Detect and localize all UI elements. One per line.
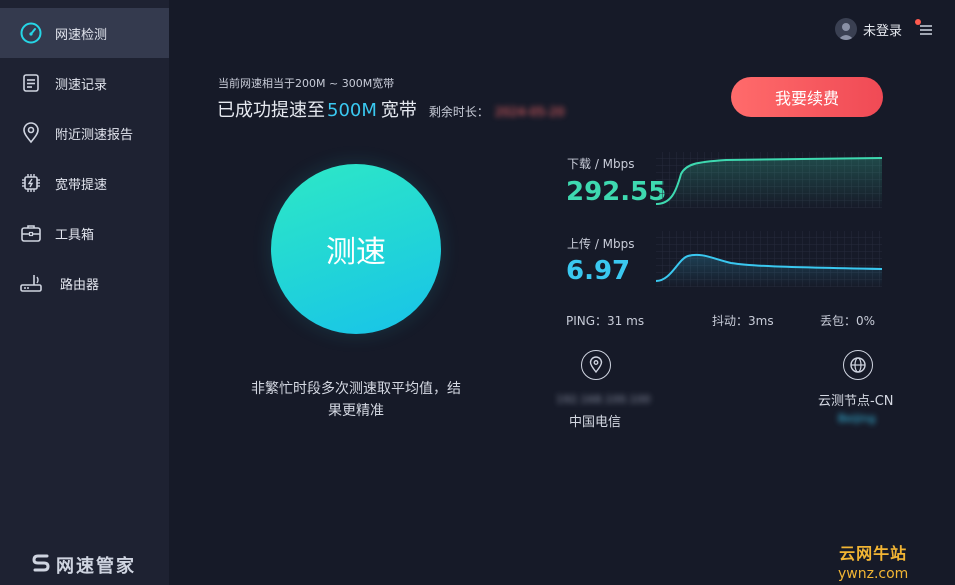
brand-logo: 网速管家 — [30, 552, 136, 578]
ping-stat: PING：31 ms — [566, 314, 645, 328]
sidebar-item-toolbox[interactable]: 工具箱 — [0, 208, 169, 258]
watermark: 云网牛站 ywnz.com — [838, 544, 908, 584]
watermark-cn: 云网牛站 — [839, 544, 908, 563]
sidebar: 网速检测 测速记录 附近测速报告 宽带提速 工具箱 路由器 网速管家 — [0, 0, 169, 585]
isp-name: 中国电信 — [569, 415, 622, 430]
sidebar-item-label: 宽带提速 — [55, 177, 108, 193]
toolbox-icon — [19, 221, 43, 245]
renew-button[interactable]: 我要续费 — [731, 77, 883, 117]
upload-value: 6.97 — [566, 256, 631, 286]
speed-test-button[interactable]: 测速 — [271, 164, 441, 334]
location-icon — [581, 350, 611, 380]
sidebar-item-label: 测速记录 — [55, 77, 108, 93]
download-value: 292.55 — [566, 177, 667, 207]
packet-loss-stat: 丢包：0% — [820, 314, 876, 328]
sidebar-item-speed-history[interactable]: 测速记录 — [0, 58, 169, 108]
jitter-stat: 抖动：3ms — [712, 314, 774, 328]
sidebar-item-router[interactable]: 路由器 — [0, 258, 169, 308]
remaining-time-value: 2024-05-20 — [494, 105, 565, 119]
node-name: 云测节点-CN — [818, 394, 894, 409]
sidebar-item-label: 路由器 — [60, 277, 100, 293]
download-label: 下载 / Mbps — [567, 157, 635, 171]
brand-s-icon — [30, 552, 52, 578]
upload-label: 上传 / Mbps — [567, 237, 635, 251]
avatar — [835, 18, 857, 40]
boost-status: 已成功提速至 500M 宽带 剩余时长： 2024-05-20 — [217, 96, 565, 122]
upload-graph — [656, 231, 882, 287]
globe-icon — [843, 350, 873, 380]
boost-suffix: 宽带 — [380, 100, 417, 121]
boost-prefix: 已成功提速至 — [217, 100, 325, 121]
brand-name: 网速管家 — [56, 556, 136, 577]
node-detail: Beijing — [838, 412, 876, 425]
sidebar-item-label: 网速检测 — [55, 27, 108, 43]
sidebar-item-label: 附近测速报告 — [55, 127, 134, 143]
remaining-time-label: 剩余时长： — [428, 105, 489, 119]
speedometer-icon — [19, 21, 43, 45]
speed-equivalent-note: 当前网速相当于200M ~ 300M宽带 — [218, 77, 395, 90]
user-login[interactable]: 未登录 — [835, 18, 902, 40]
login-status: 未登录 — [863, 23, 903, 39]
isp-ip: 192.168.100.100 — [556, 393, 651, 406]
sidebar-item-speed-test[interactable]: 网速检测 — [0, 8, 169, 58]
document-icon — [19, 71, 43, 95]
watermark-url: ywnz.com — [838, 566, 909, 582]
sidebar-item-label: 工具箱 — [55, 227, 95, 243]
boost-speed: 500M — [327, 100, 377, 121]
hamburger-menu-icon[interactable] — [919, 22, 935, 36]
sidebar-item-broadband-boost[interactable]: 宽带提速 — [0, 158, 169, 208]
test-tip: 非繁忙时段多次测速取平均值，结果更精准 — [251, 381, 461, 419]
router-icon — [19, 271, 43, 295]
download-graph — [656, 152, 882, 208]
chip-icon — [19, 171, 43, 195]
location-pin-icon — [19, 121, 43, 145]
sidebar-item-nearby-report[interactable]: 附近测速报告 — [0, 108, 169, 158]
